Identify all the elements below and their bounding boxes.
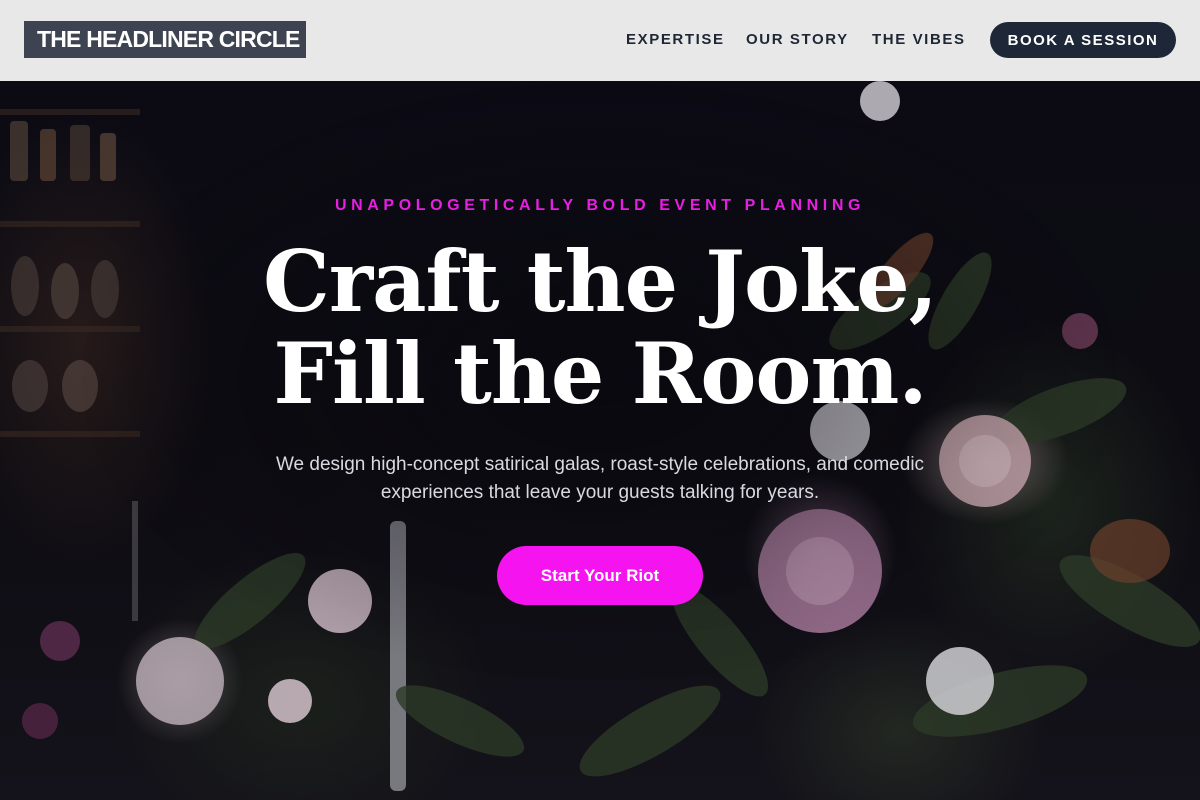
book-session-button[interactable]: BOOK A SESSION <box>990 22 1176 58</box>
hero-kicker: UNAPOLOGETICALLY BOLD EVENT PLANNING <box>334 197 866 214</box>
brand-logo[interactable]: THE HEADLINER CIRCLE <box>24 21 306 58</box>
site-header: THE HEADLINER CIRCLE EXPERTISE OUR STORY… <box>0 0 1200 81</box>
headline-line-2: Fill the Room. <box>273 324 927 423</box>
hero-subhead: We design high-concept satirical galas, … <box>275 454 925 503</box>
hero-headline: Craft the Joke, Fill the Room. <box>0 236 1200 420</box>
nav-link-the-vibes[interactable]: THE VIBES <box>872 31 966 48</box>
headline-line-1: Craft the Joke, <box>263 232 938 331</box>
nav-link-expertise[interactable]: EXPERTISE <box>626 31 725 48</box>
nav-link-our-story[interactable]: OUR STORY <box>746 31 849 48</box>
hero-overlay <box>0 81 1200 800</box>
start-your-riot-button[interactable]: Start Your Riot <box>497 546 703 605</box>
hero-section: UNAPOLOGETICALLY BOLD EVENT PLANNING Cra… <box>0 81 1200 800</box>
